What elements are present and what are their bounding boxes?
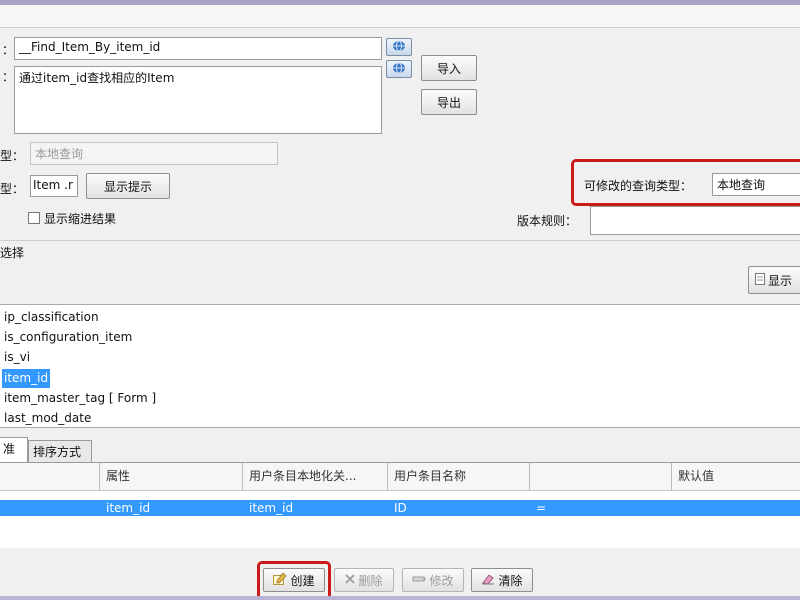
table-header: 属性 用户条目本地化关... 用户条目名称 默认值	[0, 463, 800, 491]
clear-button[interactable]: 清除	[471, 568, 533, 592]
table-cell-default-value	[672, 500, 800, 516]
column-header-operator[interactable]	[530, 463, 672, 490]
delete-icon	[345, 573, 356, 587]
column-header-attribute[interactable]: 属性	[100, 463, 243, 490]
document-icon	[755, 272, 765, 288]
table-cell	[0, 500, 100, 516]
import-button[interactable]: 导入	[421, 55, 477, 81]
attribute-section-title: 选择	[0, 246, 25, 260]
list-item[interactable]: is_configuration_item	[2, 328, 134, 347]
name-label-fragment: ：	[2, 43, 15, 57]
show-indent-label: 显示缩进结果	[44, 212, 117, 226]
delete-button[interactable]: 删除	[334, 568, 394, 592]
modify-button[interactable]: 修改	[402, 568, 464, 592]
modify-label: 修改	[429, 573, 454, 588]
query-type-field: 本地查询	[30, 142, 278, 165]
tab-criteria[interactable]: 准则	[0, 437, 28, 478]
column-header-entry-name[interactable]: 用户条目名称	[388, 463, 530, 490]
list-item[interactable]: last_mod_date	[2, 409, 93, 427]
delete-label: 删除	[358, 573, 383, 588]
column-header[interactable]	[0, 463, 100, 490]
show-hint-button[interactable]: 显示提示	[86, 173, 170, 199]
table-row[interactable]: item_id item_id ID =	[0, 500, 800, 516]
create-button[interactable]: 创建	[263, 568, 325, 592]
query-description-textarea[interactable]: 通过item_id查找相应的Item	[14, 66, 382, 134]
attribute-list[interactable]: ip_classification is_configuration_item …	[0, 304, 800, 428]
description-label-fragment: ：	[2, 70, 15, 84]
modifiable-type-label: 可修改的查询类型：	[584, 179, 693, 193]
globe-icon	[392, 40, 406, 55]
create-label: 创建	[290, 573, 315, 588]
search-class-field[interactable]: Item .r	[30, 175, 78, 197]
show-right-button[interactable]: 显示	[748, 266, 800, 294]
window-bottom-border	[0, 596, 800, 600]
column-header-default-value[interactable]: 默认值	[672, 463, 800, 490]
criteria-table[interactable]: 属性 用户条目本地化关... 用户条目名称 默认值 item_id item_i…	[0, 462, 800, 550]
column-header-localized[interactable]: 用户条目本地化关...	[243, 463, 388, 490]
query-name-input[interactable]: __Find_Item_By_item_id	[14, 37, 382, 60]
window-header-band	[0, 5, 800, 28]
list-item[interactable]: item_master_tag [ Form ]	[2, 389, 158, 408]
revision-rule-field[interactable]	[590, 206, 800, 235]
show-indent-checkbox[interactable]	[28, 212, 40, 224]
section-divider	[0, 240, 800, 241]
list-item[interactable]: is_vi	[2, 348, 32, 367]
clear-icon	[481, 573, 495, 588]
table-cell-attribute: item_id	[106, 501, 151, 515]
table-cell-entry-name: ID	[394, 501, 407, 515]
globe-icon	[392, 62, 406, 77]
table-cell-operator: =	[536, 501, 547, 515]
export-button[interactable]: 导出	[421, 89, 477, 115]
bottom-bar	[0, 548, 800, 600]
description-localize-button[interactable]	[386, 60, 412, 78]
search-class-label: 型：	[0, 182, 25, 196]
tab-sort-order[interactable]: 排序方式	[28, 440, 92, 463]
list-item-selected[interactable]: item_id	[2, 369, 51, 388]
list-item[interactable]: ip_classification	[2, 308, 101, 327]
revision-rule-label: 版本规则：	[517, 214, 578, 228]
show-right-label: 显示	[768, 273, 793, 288]
clear-label: 清除	[498, 573, 523, 588]
create-icon	[273, 571, 287, 588]
table-cell-localized: item_id	[249, 501, 294, 515]
query-type-label: 型：	[0, 149, 25, 163]
modifiable-type-select[interactable]: 本地查询	[712, 173, 800, 196]
name-localize-button[interactable]	[386, 38, 412, 56]
pencil-icon	[412, 573, 427, 587]
